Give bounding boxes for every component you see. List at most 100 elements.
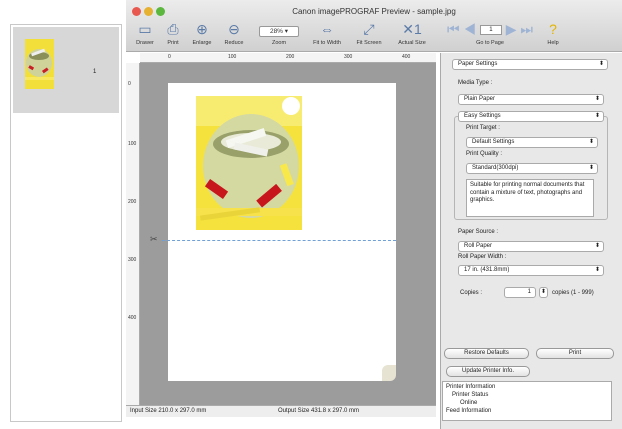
ruler-tick: 100 [228, 54, 237, 60]
fit-width-label: Fit to Width [313, 40, 341, 46]
help-label: Help [547, 40, 559, 46]
info-line: Online [460, 400, 478, 406]
chevron-updown-icon: ⬍ [594, 96, 600, 102]
last-page-icon[interactable]: ⏭ [520, 21, 533, 37]
ruler-tick: 400 [128, 315, 137, 321]
media-type-select[interactable]: Plain Paper ⬍ [458, 94, 604, 105]
thumbnail-item-selected[interactable]: 1 [13, 27, 119, 113]
zoom-in-icon: ⊕ [196, 21, 208, 37]
info-line: Feed Information [446, 408, 492, 414]
fit-screen-button[interactable]: ⤢ Fit Screen [352, 18, 386, 52]
chevron-updown-icon: ⬍ [594, 243, 600, 249]
print-quality-select[interactable]: Standard(300dpi) ⬍ [466, 163, 598, 174]
easy-settings-value: Easy Settings [464, 113, 501, 119]
print-toolbar-button[interactable]: ⎙ Print [162, 18, 184, 52]
copies-range: copies (1 - 999) [552, 290, 594, 296]
fit-screen-icon: ⤢ [363, 21, 375, 37]
vertical-ruler: 0 100 200 300 400 [126, 63, 140, 405]
zoom-value: 28% [269, 28, 283, 35]
scissors-icon: ✂ [150, 234, 158, 244]
print-label: Print [167, 40, 179, 46]
print-target-value: Default Settings [472, 139, 515, 145]
preview-canvas[interactable]: ✂ [140, 63, 436, 405]
drawer-icon: ▭ [138, 21, 152, 37]
zoom-out-icon: ⊖ [228, 21, 240, 37]
horizontal-ruler: 0 100 200 300 400 [140, 53, 436, 63]
copies-stepper[interactable]: ⬍ [539, 287, 548, 298]
page-curl [382, 365, 396, 381]
paper-source-select[interactable]: Roll Paper ⬍ [458, 241, 604, 252]
zoom-control[interactable]: 28% ▾ Zoom [256, 18, 302, 52]
ruler-tick: 0 [128, 81, 131, 87]
section-select[interactable]: Paper Settings ⬍ [452, 59, 608, 70]
print-icon: ⎙ [167, 21, 179, 37]
chevron-updown-icon: ⬍ [588, 139, 594, 145]
enlarge-label: Enlarge [192, 40, 212, 46]
ruler-tick: 100 [128, 141, 137, 147]
enlarge-button[interactable]: ⊕ Enlarge [188, 18, 216, 52]
copies-input[interactable]: 1 [504, 287, 536, 298]
help-button[interactable]: ? Help [540, 18, 566, 52]
paper-source-value: Roll Paper [464, 243, 493, 249]
ruler-tick: 300 [344, 54, 353, 60]
info-line: Printer Status [452, 392, 489, 398]
ruler-tick: 0 [168, 54, 171, 60]
ruler-tick: 400 [402, 54, 411, 60]
fit-width-icon: ⇔ [320, 21, 334, 37]
chevron-updown-icon: ⬍ [594, 113, 600, 119]
chevron-updown-icon: ⬍ [598, 61, 604, 67]
toolbar: Canon imagePROGRAF Preview - sample.jpg … [126, 0, 622, 52]
thumbnail-page-number: 1 [93, 69, 97, 75]
page-number-input[interactable]: 1 [479, 25, 502, 36]
easy-settings-select[interactable]: Easy Settings ⬍ [458, 111, 604, 122]
drawer-button[interactable]: ▭ Drawer [132, 18, 158, 52]
status-bar: Input Size 210.0 x 297.0 mm Output Size … [126, 405, 436, 417]
window-title: Canon imagePROGRAF Preview - sample.jpg [292, 7, 456, 16]
fit-width-button[interactable]: ⇔ Fit to Width [308, 18, 346, 52]
roll-width-value: 17 in. (431.8mm) [464, 267, 510, 273]
actual-size-button[interactable]: ✕1 Actual Size [392, 18, 432, 52]
print-quality-value: Standard(300dpi) [472, 165, 519, 171]
first-page-icon[interactable]: ⏮ [447, 21, 460, 37]
quality-description: Suitable for printing normal documents t… [466, 179, 594, 217]
ruler-tick: 200 [286, 54, 295, 60]
thumbnail-image [25, 39, 54, 89]
next-page-icon[interactable]: ▶ [506, 21, 517, 37]
actual-size-icon: ✕1 [402, 21, 422, 37]
thumbnail-pane: 1 [10, 24, 122, 422]
actual-size-label: Actual Size [398, 40, 426, 46]
preview-image [196, 96, 302, 230]
cut-line [162, 240, 396, 241]
print-quality-label: Print Quality : [466, 151, 503, 157]
page-navigation: ⏮ ◀ 1 ▶ ⏭ Go to Page [442, 18, 538, 52]
printer-info-box: Printer Information Printer Status Onlin… [442, 381, 612, 421]
print-button[interactable]: Print [536, 348, 614, 359]
update-printer-info-button[interactable]: Update Printer Info. [446, 366, 530, 377]
paper-source-label: Paper Source : [458, 229, 499, 235]
reduce-button[interactable]: ⊖ Reduce [220, 18, 248, 52]
chevron-updown-icon: ⬍ [594, 267, 600, 273]
input-size-text: Input Size 210.0 x 297.0 mm [130, 408, 207, 414]
roll-width-label: Roll Paper Width : [458, 254, 507, 260]
previous-page-icon[interactable]: ◀ [463, 21, 476, 37]
drawer-label: Drawer [136, 40, 154, 46]
ruler-tick: 300 [128, 257, 137, 263]
restore-defaults-button[interactable]: Restore Defaults [444, 348, 529, 359]
go-to-page-label: Go to Page [476, 40, 504, 46]
reduce-label: Reduce [224, 40, 244, 46]
ruler-tick: 200 [128, 199, 137, 205]
roll-paper-page [168, 83, 396, 381]
info-line: Printer Information [446, 384, 496, 390]
zoom-label: Zoom [271, 40, 287, 46]
copies-label: Copies : [460, 290, 483, 296]
media-type-value: Plain Paper [464, 96, 496, 102]
section-value: Paper Settings [458, 61, 498, 67]
fit-screen-label: Fit Screen [356, 40, 382, 46]
output-size-text: Output Size 431.8 x 297.0 mm [278, 408, 360, 414]
print-target-select[interactable]: Default Settings ⬍ [466, 137, 598, 148]
roll-width-select[interactable]: 17 in. (431.8mm) ⬍ [458, 265, 604, 276]
print-target-label: Print Target : [466, 125, 500, 131]
media-type-label: Media Type : [458, 80, 493, 86]
help-icon: ? [549, 21, 557, 37]
zoom-select[interactable]: 28% ▾ [259, 26, 299, 37]
